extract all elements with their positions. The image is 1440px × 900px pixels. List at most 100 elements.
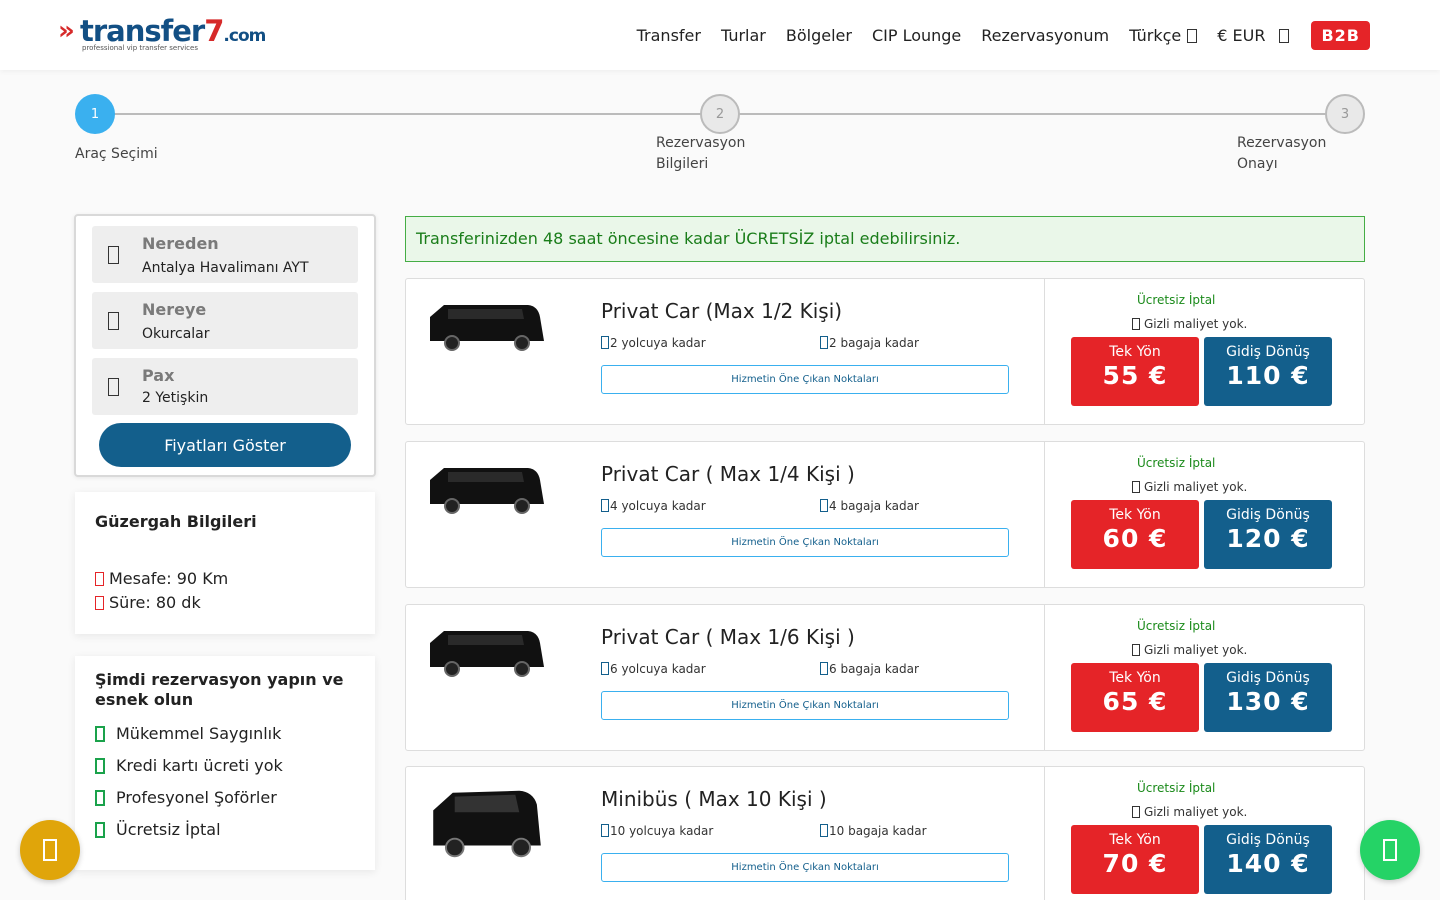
- hidden-cost-text: Gizli maliyet yok.: [1144, 805, 1248, 819]
- one-way-price-button[interactable]: Tek Yön 70 €: [1071, 825, 1199, 894]
- check-icon: [95, 758, 105, 774]
- check-icon: [1132, 644, 1140, 656]
- logo-brand: transfer: [80, 14, 205, 48]
- pax-field[interactable]: Pax 2 Yetişkin: [92, 358, 358, 415]
- hidden-cost-label: Gizli maliyet yok.: [1132, 480, 1247, 494]
- step-3-label: Rezervasyon Onayı: [1237, 133, 1326, 175]
- language-dropdown[interactable]: Türkçe: [1129, 26, 1198, 45]
- benefits-title: Şimdi rezervasyon yapın ve esnek olun: [95, 670, 344, 709]
- benefit-item: Ücretsiz İptal: [95, 820, 221, 839]
- search-card: Nereden Antalya Havalimanı AYT Nereye Ok…: [74, 214, 376, 477]
- round-trip-price-button[interactable]: Gidiş Dönüş 140 €: [1204, 825, 1332, 894]
- one-way-price: 70 €: [1102, 849, 1168, 878]
- round-trip-price: 140 €: [1226, 849, 1310, 878]
- main-nav: Transfer Turlar Bölgeler CIP Lounge Reze…: [617, 19, 1370, 51]
- benefit-text: Ücretsiz İptal: [116, 820, 221, 839]
- to-field[interactable]: Nereye Okurcalar: [92, 292, 358, 349]
- vehicle-image: [430, 631, 544, 677]
- vehicle-passengers: 2 yolcuya kadar: [601, 336, 706, 350]
- features-button[interactable]: Hizmetin Öne Çıkan Noktaları: [601, 691, 1009, 720]
- to-value: Okurcalar: [142, 326, 210, 342]
- map-marker-icon: [108, 312, 119, 330]
- card-divider: [1044, 279, 1045, 424]
- card-divider: [1044, 767, 1045, 900]
- show-prices-button[interactable]: Fiyatları Göster: [99, 423, 351, 467]
- from-label: Nereden: [142, 234, 219, 253]
- benefit-text: Kredi kartı ücreti yok: [116, 756, 283, 775]
- hidden-cost-text: Gizli maliyet yok.: [1144, 317, 1248, 331]
- route-distance: Mesafe: 90 Km: [95, 569, 228, 588]
- step-2-circle: 2: [700, 94, 740, 134]
- nav-item-transfer[interactable]: Transfer: [637, 26, 701, 45]
- vehicle-image: [430, 468, 544, 514]
- nav-item-cip-lounge[interactable]: CIP Lounge: [872, 26, 961, 45]
- free-cancel-notice: Transferinizden 48 saat öncesine kadar Ü…: [405, 216, 1365, 262]
- check-icon: [1132, 318, 1140, 330]
- features-button[interactable]: Hizmetin Öne Çıkan Noktaları: [601, 365, 1009, 394]
- whatsapp-button[interactable]: [1360, 820, 1420, 880]
- user-icon: [601, 824, 609, 837]
- round-trip-price-button[interactable]: Gidiş Dönüş 120 €: [1204, 500, 1332, 569]
- currency-label: € EUR: [1217, 25, 1266, 45]
- nav-item-my-reservation[interactable]: Rezervasyonum: [981, 26, 1109, 45]
- vehicle-passengers: 6 yolcuya kadar: [601, 662, 706, 676]
- route-duration-text: Süre: 80 dk: [109, 593, 201, 612]
- vehicle-luggage-text: 4 bagaja kadar: [829, 499, 919, 513]
- features-button[interactable]: Hizmetin Öne Çıkan Noktaları: [601, 528, 1009, 557]
- route-distance-text: Mesafe: 90 Km: [109, 569, 229, 588]
- user-icon: [601, 662, 609, 675]
- user-icon: [601, 336, 609, 349]
- nav-item-regions[interactable]: Bölgeler: [786, 26, 852, 45]
- check-icon: [95, 822, 105, 838]
- card-divider: [1044, 605, 1045, 750]
- logo-tagline: professional vip transfer services: [82, 44, 198, 52]
- vehicle-luggage-text: 2 bagaja kadar: [829, 336, 919, 350]
- vehicle-card: Privat Car ( Max 1/6 Kişi ) 6 yolcuya ka…: [405, 604, 1365, 751]
- round-trip-price: 110 €: [1226, 361, 1310, 390]
- round-trip-label: Gidiş Dönüş: [1226, 507, 1310, 523]
- one-way-price-button[interactable]: Tek Yön 60 €: [1071, 500, 1199, 569]
- vehicle-luggage-text: 10 bagaja kadar: [829, 824, 927, 838]
- one-way-price-button[interactable]: Tek Yön 55 €: [1071, 337, 1199, 406]
- to-label: Nereye: [142, 300, 207, 319]
- one-way-price: 65 €: [1102, 687, 1168, 716]
- check-icon: [1132, 806, 1140, 818]
- hidden-cost-text: Gizli maliyet yok.: [1144, 480, 1248, 494]
- round-trip-price-button[interactable]: Gidiş Dönüş 110 €: [1204, 337, 1332, 406]
- b2b-button[interactable]: B2B: [1311, 20, 1370, 50]
- card-divider: [1044, 442, 1045, 587]
- vehicle-card: Minibüs ( Max 10 Kişi ) 10 yolcuya kadar…: [405, 766, 1365, 900]
- features-button[interactable]: Hizmetin Öne Çıkan Noktaları: [601, 853, 1009, 882]
- route-info-card: Güzergah Bilgileri Mesafe: 90 Km Süre: 8…: [75, 492, 375, 634]
- check-icon: [1132, 481, 1140, 493]
- benefit-item: Mükemmel Saygınlık: [95, 724, 281, 743]
- route-icon: [95, 572, 104, 586]
- clock-icon: [95, 596, 104, 610]
- site-logo[interactable]: » transfer7.com professional vip transfe…: [58, 14, 266, 54]
- free-cancel-label: Ücretsiz İptal: [1137, 456, 1216, 470]
- from-field[interactable]: Nereden Antalya Havalimanı AYT: [92, 226, 358, 283]
- phone-icon: [43, 839, 57, 861]
- nav-item-tours[interactable]: Turlar: [721, 26, 766, 45]
- step-3-label-line1: Rezervasyon: [1237, 135, 1327, 151]
- round-trip-label: Gidiş Dönüş: [1226, 832, 1310, 848]
- free-cancel-label: Ücretsiz İptal: [1137, 293, 1216, 307]
- step-3-label-line2: Onayı: [1237, 156, 1278, 172]
- pax-label: Pax: [142, 366, 175, 385]
- free-cancel-label: Ücretsiz İptal: [1137, 619, 1216, 633]
- one-way-label: Tek Yön: [1109, 832, 1161, 848]
- one-way-price-button[interactable]: Tek Yön 65 €: [1071, 663, 1199, 732]
- route-info-title: Güzergah Bilgileri: [95, 512, 257, 531]
- step-1-label: Araç Seçimi: [75, 146, 158, 162]
- phone-call-button[interactable]: [20, 820, 80, 880]
- vehicle-name: Privat Car ( Max 1/4 Kişi ): [601, 462, 855, 486]
- chevron-down-icon: [1279, 28, 1290, 43]
- benefit-item: Profesyonel Şoförler: [95, 788, 277, 807]
- chevron-down-icon: [1187, 28, 1198, 43]
- currency-dropdown[interactable]: € EUR: [1217, 25, 1290, 45]
- round-trip-price-button[interactable]: Gidiş Dönüş 130 €: [1204, 663, 1332, 732]
- hidden-cost-label: Gizli maliyet yok.: [1132, 317, 1247, 331]
- one-way-label: Tek Yön: [1109, 670, 1161, 686]
- vehicle-name: Minibüs ( Max 10 Kişi ): [601, 787, 827, 811]
- suitcase-icon: [820, 336, 828, 349]
